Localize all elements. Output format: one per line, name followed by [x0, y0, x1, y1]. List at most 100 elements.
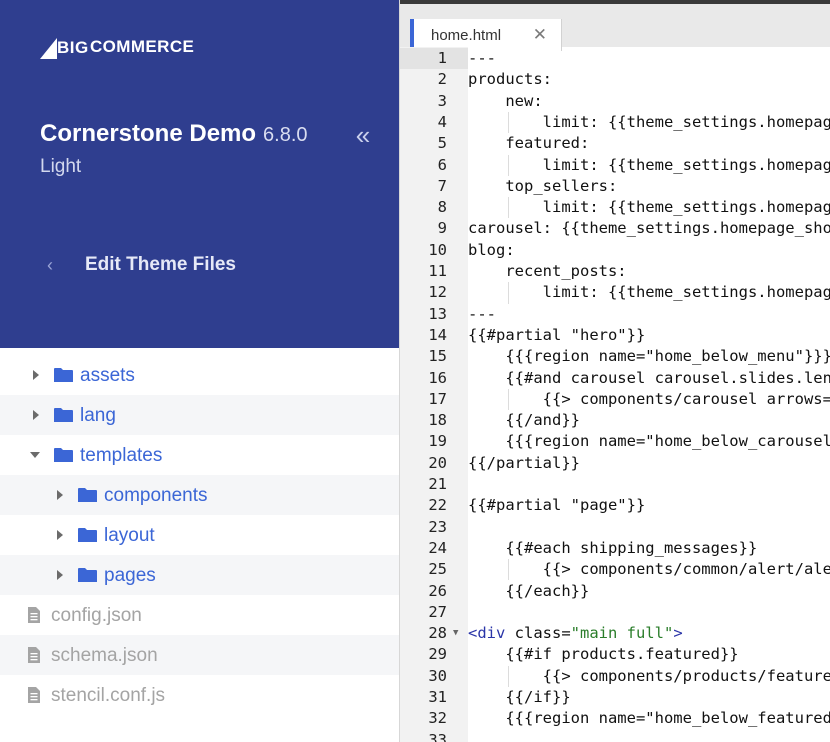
- folder-icon: [54, 448, 73, 462]
- code-line[interactable]: 13 ---: [400, 304, 830, 325]
- tree-item-label: components: [104, 485, 208, 506]
- code-line[interactable]: 32 {{{region name="home_below_featured_p…: [400, 708, 830, 729]
- line-number: 30: [428, 666, 447, 685]
- code-line[interactable]: 11 recent_posts:: [400, 261, 830, 282]
- code-text: {{/partial}}: [468, 453, 580, 472]
- tree-item-config-json[interactable]: config.json: [0, 595, 399, 635]
- code-text: carousel: {{theme_settings.homepage_show…: [468, 219, 830, 238]
- line-number: 3: [437, 91, 447, 110]
- folder-icon: [78, 528, 97, 542]
- code-line[interactable]: 9 carousel: {{theme_settings.homepage_sho…: [400, 218, 830, 239]
- code-text: products:: [468, 70, 552, 89]
- brand-commerce: COMMERCE: [90, 37, 195, 56]
- line-number: 27: [428, 602, 447, 621]
- close-icon[interactable]: ✕: [533, 25, 547, 45]
- line-number: 24: [428, 538, 447, 557]
- code-line[interactable]: 15 {{{region name="home_below_menu"}}}: [400, 346, 830, 367]
- code-line[interactable]: 3 new:: [400, 91, 830, 112]
- code-line[interactable]: 28 ▼ <div class="main full">: [400, 623, 830, 644]
- code-line[interactable]: 8 limit: {{theme_settings.homepage_top_p…: [400, 197, 830, 219]
- line-number: 25: [428, 560, 447, 579]
- code-text: ---: [468, 49, 496, 67]
- tree-item-label: stencil.conf.js: [51, 685, 166, 706]
- code-text: limit: {{theme_settings.homepage_blog_po…: [542, 283, 830, 302]
- code-line[interactable]: 10 blog:: [400, 240, 830, 261]
- code-line[interactable]: 4 limit: {{theme_settings.homepage_new_p…: [400, 111, 830, 134]
- code-line[interactable]: 24 {{#each shipping_messages}}: [400, 538, 830, 559]
- caret-right-icon[interactable]: [57, 490, 63, 500]
- code-text: {{#if products.featured}}: [468, 645, 739, 664]
- folder-icon: [54, 408, 73, 422]
- line-number: 9: [437, 219, 447, 238]
- caret-right-icon[interactable]: [33, 370, 39, 380]
- code-line[interactable]: 18 {{/and}}: [400, 410, 830, 431]
- line-number: 20: [428, 453, 447, 472]
- tree-item-components[interactable]: components: [0, 475, 399, 515]
- caret-right-icon[interactable]: [33, 410, 39, 420]
- file-tree: assets lang templates components layout pages…: [0, 355, 399, 715]
- code-text: {{#each shipping_messages}}: [468, 538, 758, 557]
- code-line[interactable]: 17 {{> components/carousel arrows=theme_…: [400, 388, 830, 411]
- sidebar-header: BIG COMMERCE Cornerstone Demo 6.8.0 Ligh…: [0, 0, 399, 348]
- tree-item-layout[interactable]: layout: [0, 515, 399, 555]
- double-chevron-left-icon[interactable]: «: [350, 122, 376, 150]
- line-number: 33: [428, 730, 447, 742]
- code-line[interactable]: 20 {{/partial}}: [400, 453, 830, 474]
- code-line[interactable]: 31 {{/if}}: [400, 687, 830, 708]
- tree-item-assets[interactable]: assets: [0, 355, 399, 395]
- tree-item-schema-json[interactable]: schema.json: [0, 635, 399, 675]
- code-line[interactable]: 22 {{#partial "page"}}: [400, 495, 830, 516]
- caret-down-icon[interactable]: [30, 452, 40, 458]
- code-line[interactable]: 21: [400, 474, 830, 495]
- code-editor: home.html ✕ 1 --- 2 products: 3 new: 4 limit:…: [399, 0, 830, 742]
- line-number: 4: [437, 112, 447, 131]
- code-line[interactable]: 6 limit: {{theme_settings.homepage_featu…: [400, 154, 830, 176]
- code-text: {{> components/common/alert/alert-info m…: [542, 560, 830, 579]
- code-text: {{> components/carousel arrows=theme_set…: [542, 389, 830, 408]
- code-text: recent_posts:: [468, 262, 627, 280]
- line-number: 7: [437, 176, 447, 195]
- code-line[interactable]: 19 {{{region name="home_below_carousel"}…: [400, 431, 830, 452]
- code-line[interactable]: 1 ---: [400, 48, 830, 70]
- line-number: 12: [428, 283, 447, 302]
- code-line[interactable]: 23: [400, 517, 830, 538]
- tree-item-pages[interactable]: pages: [0, 555, 399, 595]
- code-text: ---: [468, 304, 496, 323]
- edit-theme-files-back-button[interactable]: ‹ Edit Theme Files: [40, 252, 236, 278]
- code-text: limit: {{theme_settings.homepage_feature…: [542, 155, 830, 174]
- code-line[interactable]: 30 {{> components/products/featured prod…: [400, 665, 830, 687]
- code-text: {{/each}}: [468, 581, 590, 600]
- line-number: 10: [428, 240, 447, 259]
- line-number: 21: [428, 475, 447, 493]
- caret-right-icon[interactable]: [57, 530, 63, 540]
- tree-item-label: templates: [80, 445, 163, 466]
- tree-item-templates[interactable]: templates: [0, 435, 399, 475]
- code-line[interactable]: 29 {{#if products.featured}}: [400, 644, 830, 665]
- theme-name: Cornerstone Demo: [40, 120, 257, 147]
- code-line[interactable]: 16 {{#and carousel carousel.slides.lengt…: [400, 368, 830, 389]
- code-line[interactable]: 2 products:: [400, 69, 830, 90]
- tree-item-stencil-conf-js[interactable]: stencil.conf.js: [0, 675, 399, 715]
- theme-version: 6.8.0: [263, 124, 308, 146]
- code-line[interactable]: 25 {{> components/common/alert/alert-inf…: [400, 559, 830, 581]
- caret-right-icon[interactable]: [57, 570, 63, 580]
- file-icon: [28, 607, 40, 623]
- code-line[interactable]: 7 top_sellers:: [400, 176, 830, 197]
- theme-editor-sidebar: BIG COMMERCE Cornerstone Demo 6.8.0 Ligh…: [0, 0, 399, 742]
- code-line[interactable]: 12 limit: {{theme_settings.homepage_blog…: [400, 282, 830, 304]
- tree-item-label: schema.json: [51, 645, 158, 666]
- code-line[interactable]: 33: [400, 730, 830, 742]
- code-line[interactable]: 5 featured:: [400, 133, 830, 154]
- fold-arrow-icon[interactable]: ▼: [453, 623, 458, 644]
- editor-tab-bar: home.html ✕: [400, 0, 830, 51]
- code-line[interactable]: 27: [400, 602, 830, 623]
- tree-item-lang[interactable]: lang: [0, 395, 399, 435]
- code-area[interactable]: 1 --- 2 products: 3 new: 4 limit: {{theme_set…: [400, 47, 830, 742]
- code-line[interactable]: 14 {{#partial "hero"}}: [400, 325, 830, 346]
- code-text: {{{region name="home_below_featured_prod…: [505, 709, 830, 728]
- code-line[interactable]: 26 {{/each}}: [400, 581, 830, 602]
- line-number: 18: [428, 411, 447, 430]
- line-number: 22: [428, 496, 447, 515]
- back-label: Edit Theme Files: [85, 254, 236, 275]
- code-text: {{#partial "hero"}}: [468, 325, 646, 344]
